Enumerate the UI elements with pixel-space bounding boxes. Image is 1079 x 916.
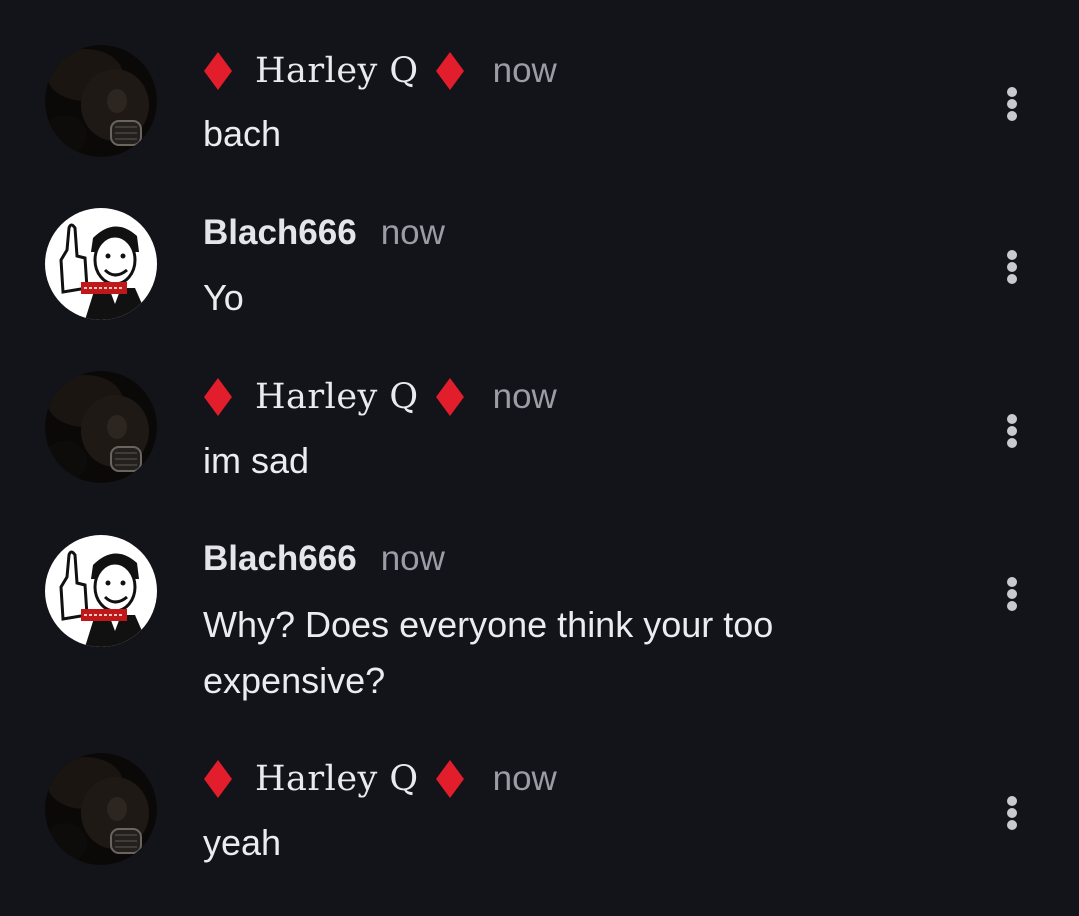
message-timestamp: now [492,759,557,798]
message-text: bach [203,113,282,154]
more-vertical-icon[interactable] [1000,247,1024,287]
message-timestamp: now [380,213,445,252]
more-vertical-icon[interactable] [1000,411,1024,451]
author-name[interactable]: Harley Q [255,759,419,799]
author-name[interactable]: Harley Q [255,51,419,91]
message-text: Why? Does everyone think your too expens… [203,604,774,701]
chat-message-list: Harley Q now bach Blach666 now Yo Harley… [0,0,1079,916]
red-diamond-icon [203,377,233,417]
red-diamond-icon [435,377,465,417]
avatar[interactable] [45,535,157,647]
author-name[interactable]: Blach666 [203,539,357,579]
red-diamond-icon [435,51,465,91]
avatar[interactable] [45,208,157,320]
avatar[interactable] [45,371,157,483]
more-vertical-icon[interactable] [1000,84,1024,124]
red-diamond-icon [203,51,233,91]
author-name[interactable]: Blach666 [203,213,357,253]
message-timestamp: now [492,377,557,416]
more-vertical-icon[interactable] [1000,574,1024,614]
avatar[interactable] [45,753,157,865]
red-diamond-icon [203,759,233,799]
more-vertical-icon[interactable] [1000,793,1024,833]
message-text: Yo [203,277,244,318]
red-diamond-icon [435,759,465,799]
message-text: yeah [203,822,282,863]
message-text: im sad [203,440,310,481]
message-timestamp: now [380,539,445,578]
author-name[interactable]: Harley Q [255,377,419,417]
avatar[interactable] [45,45,157,157]
message-timestamp: now [492,51,557,90]
